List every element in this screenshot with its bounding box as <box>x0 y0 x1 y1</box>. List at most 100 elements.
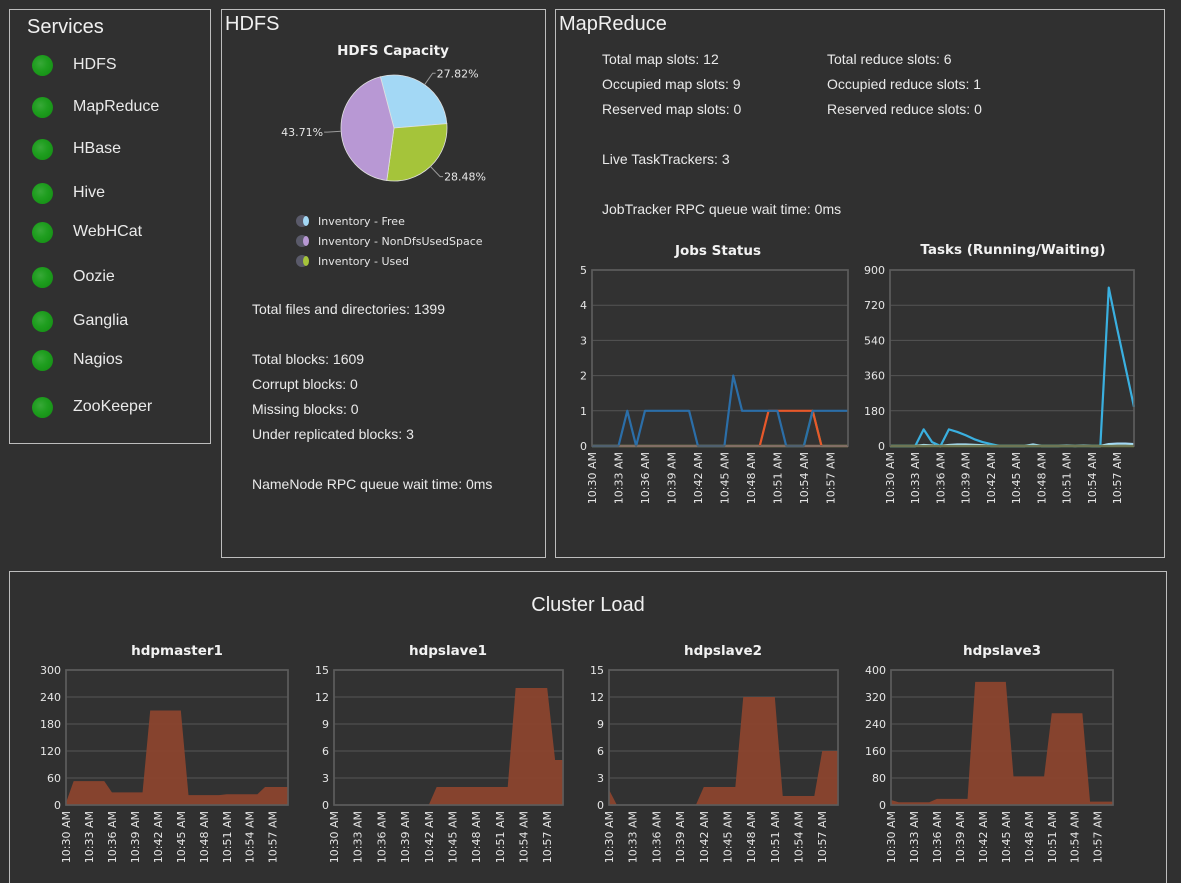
legend-color-swatch <box>303 256 309 266</box>
total-blocks-stat: Total blocks: 1609 <box>252 351 365 367</box>
service-label[interactable]: HBase <box>73 140 121 158</box>
x-tick-label: 10:45 AM <box>175 811 188 863</box>
y-tick-label: 5 <box>580 264 587 277</box>
y-tick-label: 3 <box>597 772 604 785</box>
service-item-ganglia[interactable]: Ganglia <box>32 309 128 333</box>
legend-color-swatch <box>303 236 309 246</box>
jobs-status-chart: Jobs Status 0 1 2 3 4 5 10:30 AM 10:33 AM 10:36 A… <box>580 243 849 504</box>
y-tick-label: 120 <box>40 745 61 758</box>
y-tick-label: 1 <box>580 405 587 418</box>
x-tick-label: 10:36 AM <box>931 811 944 863</box>
y-tick-label: 720 <box>864 299 885 312</box>
x-tick-label: 10:57 AM <box>824 452 837 504</box>
x-tick-label: 10:51 AM <box>494 811 507 863</box>
y-tick-label: 6 <box>322 745 329 758</box>
y-tick-label: 180 <box>40 718 61 731</box>
pie-slice-inventory-used[interactable] <box>386 123 448 182</box>
service-label[interactable]: WebHCat <box>73 223 142 241</box>
x-tick-label: 10:39 AM <box>399 811 412 863</box>
x-tick-label: 10:30 AM <box>885 811 898 863</box>
x-tick-label: 10:30 AM <box>884 452 897 504</box>
x-tick-label: 10:51 AM <box>771 452 784 504</box>
y-tick-label: 300 <box>40 664 61 677</box>
hdfs-panel: HDFS HDFS Capacity 27.82% 28.48% 43.71% In… <box>221 9 546 558</box>
y-tick-label: 180 <box>864 405 885 418</box>
cluster-load-title: Cluster Load <box>531 594 645 616</box>
services-panel: Services HDFS MapReduce HBase Hive WebHC… <box>9 9 211 444</box>
y-tick-label: 9 <box>597 718 604 731</box>
x-tick-label: 10:48 AM <box>745 452 758 504</box>
legend-item-inventory-used[interactable]: Inventory - Used <box>296 255 409 268</box>
pie-data-label: 43.71% <box>281 126 323 139</box>
mapreduce-title: MapReduce <box>559 13 667 35</box>
y-tick-label: 15 <box>315 664 329 677</box>
x-tick-label: 10:48 AM <box>470 811 483 863</box>
x-tick-label: 10:57 AM <box>1111 452 1124 504</box>
x-tick-label: 10:39 AM <box>129 811 142 863</box>
x-tick-label: 10:33 AM <box>627 811 640 863</box>
chart-title: hdpslave3 <box>963 643 1041 659</box>
x-tick-label: 10:57 AM <box>1092 811 1105 863</box>
load-chart-hdpslave2: hdpslave2 0 3 6 9 12 15 10:30 AM 10:33 AM 10:36 A… <box>590 643 839 863</box>
pie-label-connector <box>424 72 436 85</box>
y-tick-label: 4 <box>580 299 587 312</box>
tasks-chart: Tasks (Running/Waiting) 0 180 360 540 720 900 1… <box>864 242 1136 504</box>
x-tick-label: 10:48 AM <box>1023 811 1036 863</box>
occupied-reduce-slots-stat: Occupied reduce slots: 1 <box>827 76 982 92</box>
y-tick-label: 240 <box>40 691 61 704</box>
y-tick-label: 12 <box>315 691 329 704</box>
x-tick-label: 10:45 AM <box>1010 452 1023 504</box>
service-item-mapreduce[interactable]: MapReduce <box>32 95 159 119</box>
y-tick-label: 160 <box>865 745 886 758</box>
pie-data-label: 27.82% <box>437 67 479 80</box>
service-item-oozie[interactable]: Oozie <box>32 265 115 289</box>
chart-title: Jobs Status <box>674 243 761 259</box>
y-tick-label: 3 <box>322 772 329 785</box>
legend-item-inventory-nondfsusedspace[interactable]: Inventory - NonDfsUsedSpace <box>296 235 483 248</box>
x-tick-label: 10:36 AM <box>650 811 663 863</box>
service-item-hdfs[interactable]: HDFS <box>32 53 117 77</box>
service-label[interactable]: ZooKeeper <box>73 398 152 416</box>
service-label[interactable]: Nagios <box>73 351 123 369</box>
service-label[interactable]: MapReduce <box>73 98 159 116</box>
service-item-hbase[interactable]: HBase <box>32 137 121 161</box>
x-tick-label: 10:57 AM <box>267 811 280 863</box>
service-label[interactable]: Ganglia <box>73 312 128 330</box>
occupied-map-slots-stat: Occupied map slots: 9 <box>602 76 741 92</box>
legend-item-inventory-free[interactable]: Inventory - Free <box>296 215 405 228</box>
y-tick-label: 900 <box>864 264 885 277</box>
status-dot-green-icon <box>32 221 53 243</box>
x-tick-label: 10:51 AM <box>1061 452 1074 504</box>
x-tick-label: 10:51 AM <box>1046 811 1059 863</box>
pie-label-connector <box>324 130 342 133</box>
y-tick-label: 3 <box>580 334 587 347</box>
hdfs-capacity-chart: HDFS Capacity 27.82% 28.48% 43.71% Invento… <box>281 43 486 268</box>
status-dot-green-icon <box>32 54 53 76</box>
service-item-zookeeper[interactable]: ZooKeeper <box>32 395 152 419</box>
service-item-hive[interactable]: Hive <box>32 181 105 205</box>
service-label[interactable]: HDFS <box>73 56 117 74</box>
x-tick-label: 10:36 AM <box>375 811 388 863</box>
y-tick-label: 2 <box>580 370 587 383</box>
x-tick-label: 10:36 AM <box>106 811 119 863</box>
y-tick-label: 0 <box>54 799 61 812</box>
y-tick-label: 320 <box>865 691 886 704</box>
reserved-map-slots-stat: Reserved map slots: 0 <box>602 101 742 117</box>
y-tick-label: 0 <box>597 799 604 812</box>
status-dot-green-icon <box>32 138 53 160</box>
service-label[interactable]: Oozie <box>73 268 115 286</box>
load-chart-hdpslave3: hdpslave3 0 80 160 240 320 400 10:30 AM 10:33 AM… <box>865 643 1114 863</box>
x-tick-label: 10:45 AM <box>446 811 459 863</box>
service-item-webhcat[interactable]: WebHCat <box>32 220 142 244</box>
x-tick-label: 10:36 AM <box>934 452 947 504</box>
y-tick-label: 540 <box>864 334 885 347</box>
service-item-nagios[interactable]: Nagios <box>32 348 123 372</box>
x-tick-label: 10:45 AM <box>718 452 731 504</box>
corrupt-blocks-stat: Corrupt blocks: 0 <box>252 376 358 392</box>
service-label[interactable]: Hive <box>73 184 105 202</box>
legend-label: Inventory - Free <box>318 215 405 228</box>
x-tick-label: 10:54 AM <box>244 811 257 863</box>
x-tick-label: 10:54 AM <box>1086 452 1099 504</box>
x-tick-label: 10:54 AM <box>1069 811 1082 863</box>
services-title: Services <box>27 16 104 38</box>
